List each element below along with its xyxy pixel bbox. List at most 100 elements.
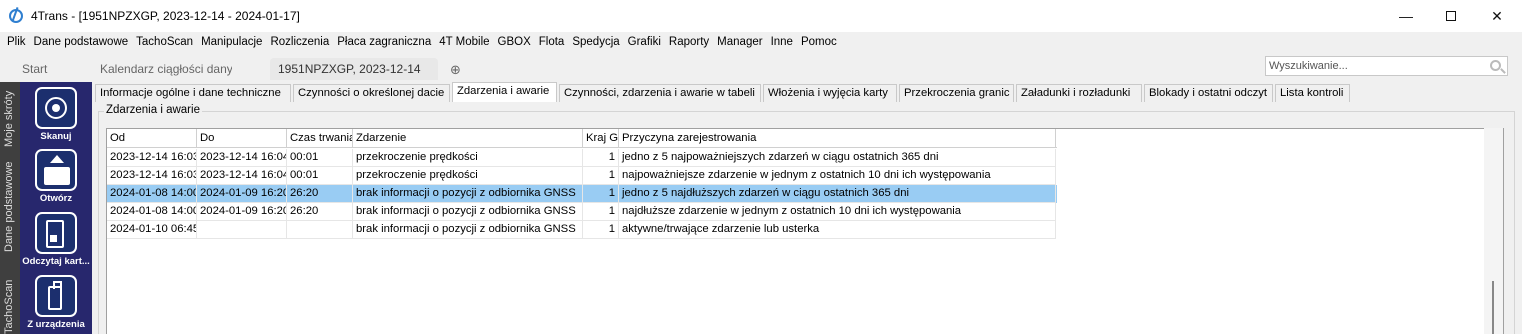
table-row[interactable]: 2023-12-14 16:03 2023-12-14 16:04 00:01 … [107, 167, 1057, 185]
search-icon[interactable] [1490, 60, 1501, 71]
usb-device-icon [35, 275, 77, 317]
tab-zaladunki[interactable]: Załadunki i rozładunki [1016, 84, 1142, 102]
table-row[interactable]: 2023-12-14 16:03 2023-12-14 16:04 00:01 … [107, 149, 1057, 167]
sidebar-item-z-urzadzenia[interactable]: Z urządzenia [20, 275, 92, 330]
app-logo-icon [9, 9, 23, 23]
cell-od: 2024-01-08 14:00 [107, 185, 197, 203]
doc-tab-active[interactable]: 1951NPZXGP, 2023-12-14 [270, 58, 438, 80]
sidebar-item-otworz[interactable]: Otwórz [20, 149, 92, 204]
cell-do [197, 221, 287, 239]
cell-przyczyna: jedno z 5 najpoważniejszych zdarzeń w ci… [619, 149, 1056, 167]
cell-zdarzenie: brak informacji o pozycji z odbiornika G… [353, 185, 583, 203]
tab-zdarzenia-i-awarie[interactable]: Zdarzenia i awarie [452, 82, 557, 102]
menu-plik[interactable]: Plik [3, 33, 30, 53]
menu-bar: Plik Dane podstawowe TachoScan Manipulac… [0, 33, 1522, 53]
vertical-scrollbar[interactable] [1484, 128, 1503, 334]
cell-przyczyna: jedno z 5 najdłuższych zdarzeń w ciągu o… [619, 185, 1056, 203]
doc-tab-start[interactable]: Start [14, 58, 84, 80]
cell-do: 2023-12-14 16:04 [197, 167, 287, 185]
cell-przyczyna: najpoważniejsze zdarzenie w jednym z ost… [619, 167, 1056, 185]
cell-zdarzenie: brak informacji o pozycji z odbiornika G… [353, 203, 583, 221]
cell-zdarzenie: przekroczenie prędkości [353, 167, 583, 185]
events-table: Od Do Czas trwania Zdarzenie Kraj Gł Prz… [106, 128, 1504, 334]
close-icon: ✕ [1491, 7, 1503, 24]
vertical-tab-tachoscan[interactable]: TachoScan [3, 280, 15, 334]
cell-czas: 26:20 [287, 185, 353, 203]
cell-kraj: 1 [583, 203, 619, 221]
minimize-button[interactable]: — [1383, 0, 1429, 32]
menu-inne[interactable]: Inne [767, 33, 797, 53]
window-title: 4Trans - [1951NPZXGP, 2023-12-14 - 2024-… [31, 9, 300, 23]
cell-przyczyna: aktywne/trwające zdarzenie lub usterka [619, 221, 1056, 239]
menu-raporty[interactable]: Raporty [665, 33, 713, 53]
cell-od: 2023-12-14 16:03 [107, 149, 197, 167]
shortcut-sidebar: Skanuj Otwórz Odczytaj kart... Z urządze… [20, 82, 92, 334]
cell-kraj: 1 [583, 185, 619, 203]
tab-informacje-ogolne[interactable]: Informacje ogólne i dane techniczne [95, 84, 291, 102]
tab-lista-kontroli[interactable]: Lista kontroli [1275, 84, 1350, 102]
cell-do: 2023-12-14 16:04 [197, 149, 287, 167]
cell-przyczyna: najdłuższe zdarzenie w jednym z ostatnic… [619, 203, 1056, 221]
minimize-icon: — [1399, 8, 1413, 24]
cell-czas: 26:20 [287, 203, 353, 221]
tab-czynnosci-o-dacie[interactable]: Czynności o określonej dacie [293, 84, 450, 102]
cell-od: 2023-12-14 16:03 [107, 167, 197, 185]
menu-pomoc[interactable]: Pomoc [797, 33, 841, 53]
open-folder-icon [35, 149, 77, 191]
doc-tab-calendar[interactable]: Kalendarz ciągłości danych [92, 58, 232, 80]
cell-od: 2024-01-10 06:45 [107, 221, 197, 239]
sidebar-item-odczytaj-karte[interactable]: Odczytaj kart... [20, 212, 92, 267]
cell-do: 2024-01-09 16:20 [197, 185, 287, 203]
tab-przekroczenia-granic[interactable]: Przekroczenia granic [899, 84, 1014, 102]
menu-tachoscan[interactable]: TachoScan [132, 33, 197, 53]
cell-kraj: 1 [583, 221, 619, 239]
menu-grafiki[interactable]: Grafiki [624, 33, 665, 53]
table-row[interactable]: 2024-01-10 06:45 brak informacji o pozyc… [107, 221, 1057, 239]
column-header-zdarzenie[interactable]: Zdarzenie [353, 129, 583, 148]
menu-4t-mobile[interactable]: 4T Mobile [435, 33, 493, 53]
table-header: Od Do Czas trwania Zdarzenie Kraj Gł Prz… [107, 129, 1057, 148]
table-row[interactable]: 2024-01-08 14:00 2024-01-09 16:20 26:20 … [107, 203, 1057, 221]
tab-blokady[interactable]: Blokady i ostatni odczyt [1144, 84, 1273, 102]
scrollbar-thumb[interactable] [1492, 281, 1494, 334]
menu-manager[interactable]: Manager [713, 33, 766, 53]
search-placeholder: Wyszukiwanie... [1269, 60, 1348, 72]
menu-flota[interactable]: Flota [535, 33, 569, 53]
table-row-selected[interactable]: 2024-01-08 14:00 2024-01-09 16:20 26:20 … [107, 185, 1057, 203]
sidebar-item-label: Otwórz [39, 193, 73, 204]
sidebar-item-label: Skanuj [40, 131, 72, 142]
sidebar-item-label: Odczytaj kart... [22, 256, 90, 267]
scan-disc-icon [35, 87, 77, 129]
menu-rozliczenia[interactable]: Rozliczenia [266, 33, 333, 53]
inner-tab-bar: Informacje ogólne i dane techniczne Czyn… [95, 82, 1515, 102]
add-tab-icon[interactable]: ⊕ [450, 62, 461, 78]
search-input[interactable]: Wyszukiwanie... [1265, 56, 1508, 76]
menu-spedycja[interactable]: Spedycja [568, 33, 623, 53]
title-bar: 4Trans - [1951NPZXGP, 2023-12-14 - 2024-… [0, 0, 1522, 32]
sidebar-item-label: Z urządzenia [27, 319, 85, 330]
cell-kraj: 1 [583, 149, 619, 167]
vertical-tab-moje-skroty[interactable]: Moje skróty [3, 91, 15, 147]
menu-gbox[interactable]: GBOX [494, 33, 535, 53]
cell-czas: 00:01 [287, 167, 353, 185]
column-header-kraj[interactable]: Kraj Gł [583, 129, 619, 148]
cell-kraj: 1 [583, 167, 619, 185]
column-header-do[interactable]: Do [197, 129, 287, 148]
column-header-przyczyna[interactable]: Przyczyna zarejestrowania [619, 129, 1056, 148]
maximize-button[interactable] [1428, 0, 1474, 32]
cell-zdarzenie: brak informacji o pozycji z odbiornika G… [353, 221, 583, 239]
tab-czynnosci-w-tabeli[interactable]: Czynności, zdarzenia i awarie w tabeli [559, 84, 761, 102]
cell-do: 2024-01-09 16:20 [197, 203, 287, 221]
column-header-od[interactable]: Od [107, 129, 197, 148]
menu-dane-podstawowe[interactable]: Dane podstawowe [30, 33, 133, 53]
read-card-icon [35, 212, 77, 254]
vertical-tab-dane-podstawowe[interactable]: Dane podstawowe [3, 161, 15, 252]
sidebar-item-skanuj[interactable]: Skanuj [20, 87, 92, 142]
group-title: Zdarzenia i awarie [104, 104, 202, 116]
cell-czas [287, 221, 353, 239]
tab-wlozenia-karty[interactable]: Włożenia i wyjęcia karty [763, 84, 897, 102]
close-button[interactable]: ✕ [1474, 0, 1520, 32]
column-header-czas[interactable]: Czas trwania [287, 129, 353, 148]
menu-manipulacje[interactable]: Manipulacje [197, 33, 266, 53]
menu-placa-zagraniczna[interactable]: Płaca zagraniczna [333, 33, 435, 53]
